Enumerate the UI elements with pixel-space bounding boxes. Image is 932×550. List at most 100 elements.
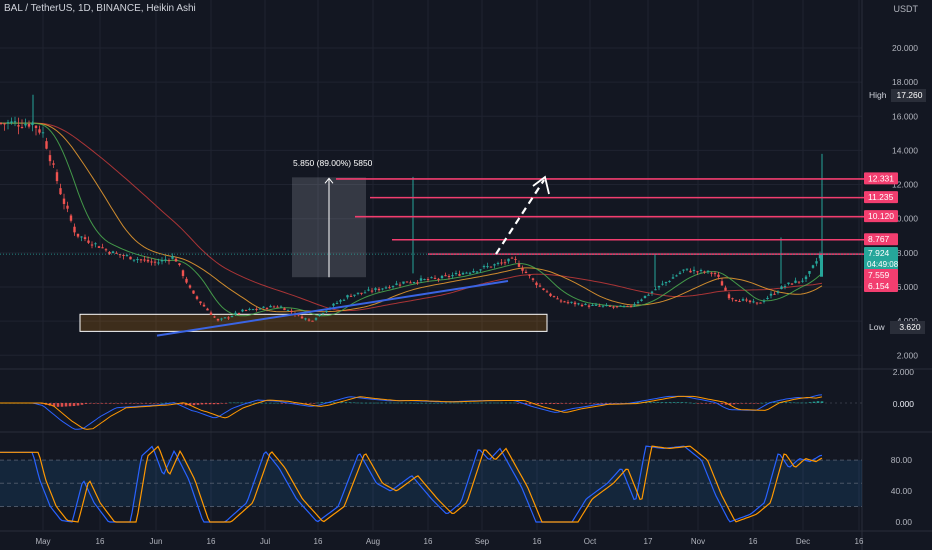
macd-histogram-bar xyxy=(460,402,464,404)
low-label: Low 3.620 xyxy=(864,321,925,334)
candle-body xyxy=(580,304,584,307)
macd-tick-label: 2.000 xyxy=(893,367,915,377)
candle-body xyxy=(440,275,444,279)
macd-histogram-bar xyxy=(364,402,368,404)
candle-body xyxy=(318,314,321,316)
macd-histogram-bar xyxy=(804,402,808,404)
candle-body xyxy=(216,318,220,321)
candle-body xyxy=(55,172,59,182)
price-badge-label: 8.767 xyxy=(868,234,890,244)
candle-body xyxy=(790,283,794,285)
time-tick-label: Nov xyxy=(691,537,705,546)
candle-body xyxy=(468,272,472,274)
macd-histogram-bar xyxy=(668,402,672,403)
macd-histogram-bar xyxy=(704,403,708,404)
candle-body xyxy=(685,268,689,270)
candle-body xyxy=(104,249,108,251)
macd-histogram-bar xyxy=(384,402,388,404)
candle-body xyxy=(87,240,90,243)
candle-body xyxy=(367,289,370,291)
candle-body xyxy=(734,299,738,301)
macd-histogram-bar xyxy=(128,403,132,404)
macd-histogram-bar xyxy=(544,403,548,404)
candle-body xyxy=(605,305,608,307)
candle-body xyxy=(272,306,276,308)
annotations-front[interactable] xyxy=(0,175,864,337)
macd-histogram-bar xyxy=(404,402,408,404)
candle-body xyxy=(269,305,272,308)
macd-histogram-bar xyxy=(368,402,372,404)
candle-body xyxy=(255,308,258,310)
candle-body xyxy=(164,259,167,261)
candle-body xyxy=(167,260,171,262)
macd-histogram-bar xyxy=(812,401,816,403)
candle-body xyxy=(668,280,671,282)
macd-histogram-bar xyxy=(604,403,608,404)
time-tick-label: Sep xyxy=(475,537,490,546)
macd-histogram-bar xyxy=(816,401,820,403)
macd-histogram-bar xyxy=(140,403,144,404)
chart-style[interactable]: Heikin Ashi xyxy=(146,3,195,14)
candle-body xyxy=(657,285,661,288)
candle-body xyxy=(769,293,773,296)
symbol-name[interactable]: BAL / TetherUS xyxy=(4,3,72,14)
last-candle xyxy=(820,254,823,277)
macd-histogram-bar xyxy=(372,402,376,404)
macd-value-label: 0.000 xyxy=(893,399,915,409)
candle-body xyxy=(528,274,531,276)
macd-histogram-bar xyxy=(692,402,696,404)
candle-body xyxy=(493,264,496,266)
candle-body xyxy=(419,278,423,281)
candle-body xyxy=(377,288,381,291)
macd-histogram-bar xyxy=(316,402,320,404)
candle-body xyxy=(83,237,87,240)
candle-body xyxy=(185,278,188,283)
candle-body xyxy=(38,129,41,133)
candle-body xyxy=(150,261,153,263)
macd-histogram-bar xyxy=(680,402,684,403)
macd-histogram-bar xyxy=(760,402,764,404)
macd-histogram-bar xyxy=(72,403,76,407)
macd-histogram-bar xyxy=(120,403,124,404)
candle-body xyxy=(227,317,230,319)
macd-histogram-bar xyxy=(500,402,504,404)
candle-body xyxy=(412,282,416,284)
time-tick-label: Jun xyxy=(150,537,163,546)
candle-body xyxy=(587,305,591,307)
candle-body xyxy=(612,306,615,308)
macd-histogram-bar xyxy=(192,403,196,406)
candle-body xyxy=(696,271,699,273)
timeframe[interactable]: 1D xyxy=(78,3,91,14)
macd-histogram-bar xyxy=(424,402,428,404)
price-tick-label: 18.000 xyxy=(892,77,918,87)
price-badge-label: 6.154 xyxy=(868,281,890,291)
macd-histogram-bar xyxy=(712,403,716,404)
candle-body xyxy=(801,280,804,282)
candle-body xyxy=(76,233,80,237)
macd-histogram-bar xyxy=(516,403,520,404)
candles xyxy=(0,94,823,322)
candle-body xyxy=(517,263,521,267)
macd-histogram-bar xyxy=(564,403,568,404)
macd-histogram-bar xyxy=(60,403,64,407)
candle-body xyxy=(244,309,248,311)
candle-body xyxy=(755,302,759,304)
candle-body xyxy=(402,281,405,284)
stoch-rsi-pane xyxy=(0,445,862,523)
macd-histogram-bar xyxy=(392,402,396,404)
macd-histogram-bar xyxy=(756,403,760,404)
macd-histogram-bar xyxy=(264,402,268,404)
time-tick-label: Dec xyxy=(796,537,810,546)
macd-histogram-bar xyxy=(352,402,356,404)
macd-histogram-bar xyxy=(580,403,584,404)
macd-histogram-bar xyxy=(200,403,204,405)
chart-canvas[interactable]: 20.00018.00016.00014.00012.00010.0008.00… xyxy=(0,0,932,550)
candle-body xyxy=(759,302,762,304)
candle-body xyxy=(157,262,160,264)
candle-body xyxy=(601,305,605,307)
macd-histogram-bar xyxy=(280,403,284,404)
candle-body xyxy=(178,263,181,266)
time-tick-label: 16 xyxy=(424,537,433,546)
price-badge-label: 7.924 xyxy=(868,248,890,258)
candle-body xyxy=(773,293,776,295)
